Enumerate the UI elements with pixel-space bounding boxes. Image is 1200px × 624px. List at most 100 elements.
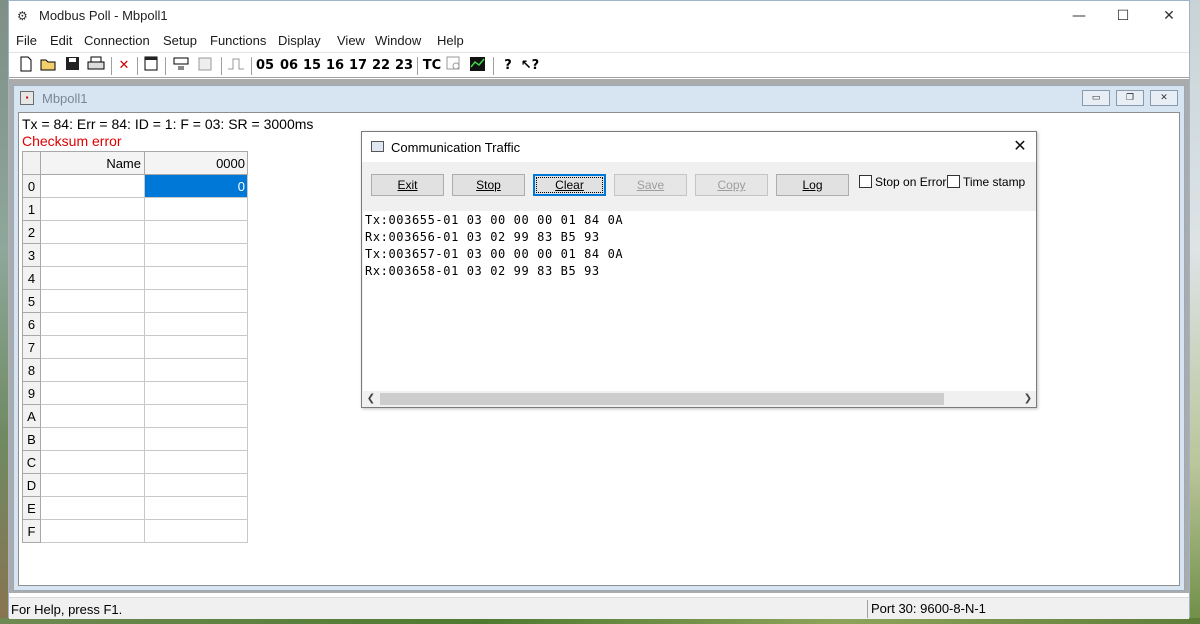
column-header-name[interactable]: Name — [40, 151, 145, 175]
value-cell[interactable] — [144, 404, 248, 428]
copy-button[interactable]: Copy — [695, 174, 768, 196]
save-icon[interactable] — [64, 56, 80, 76]
name-cell[interactable] — [40, 289, 145, 313]
menu-help[interactable]: Help — [437, 33, 464, 48]
checkbox-label: Stop on Error — [875, 175, 947, 189]
value-cell[interactable] — [144, 427, 248, 451]
horizontal-scrollbar[interactable]: ❮ ❯ — [363, 391, 1036, 407]
save-button[interactable]: Save — [614, 174, 687, 196]
value-cell[interactable] — [144, 220, 248, 244]
value-cell[interactable] — [144, 312, 248, 336]
name-cell[interactable] — [40, 404, 145, 428]
child-minimize-button[interactable]: ▭ — [1082, 90, 1110, 106]
function-16-button[interactable]: 16 — [325, 56, 345, 76]
table-row: 2 — [22, 220, 248, 244]
menu-setup[interactable]: Setup — [163, 33, 197, 48]
name-cell[interactable] — [40, 450, 145, 474]
table-corner — [22, 151, 41, 175]
scroll-left-icon[interactable]: ❮ — [363, 391, 379, 407]
name-cell[interactable] — [40, 427, 145, 451]
function-15-button[interactable]: 15 — [302, 56, 322, 76]
help-icon[interactable]: ? — [500, 56, 516, 76]
dialog-title: Communication Traffic — [391, 140, 521, 155]
close-button[interactable]: ✕ — [1147, 4, 1191, 28]
traffic-log[interactable]: Tx:003655-01 03 00 00 00 01 84 0A Rx:003… — [363, 211, 1036, 391]
function-06-button[interactable]: 06 — [279, 56, 299, 76]
scroll-right-icon[interactable]: ❯ — [1020, 391, 1036, 407]
test-center-button[interactable]: TC — [421, 56, 443, 76]
name-cell[interactable] — [40, 243, 145, 267]
name-cell[interactable] — [40, 335, 145, 359]
value-cell[interactable] — [144, 496, 248, 520]
read-write-icon[interactable] — [172, 56, 190, 76]
value-cell[interactable] — [144, 473, 248, 497]
print-icon[interactable] — [87, 56, 105, 76]
pulse-icon[interactable] — [227, 56, 245, 76]
value-cell[interactable] — [144, 381, 248, 405]
name-cell[interactable] — [40, 220, 145, 244]
child-close-button[interactable]: ✕ — [1150, 90, 1178, 106]
table-row: B — [22, 427, 248, 451]
function-22-button[interactable]: 22 — [371, 56, 391, 76]
toolbar-separator — [251, 57, 253, 75]
context-help-icon[interactable]: ↖? — [520, 56, 540, 76]
toolbar-separator — [493, 57, 495, 75]
menu-bar: File Edit Connection Setup Functions Dis… — [9, 31, 1189, 52]
name-cell[interactable] — [40, 381, 145, 405]
name-cell[interactable] — [40, 174, 145, 198]
maximize-button[interactable]: ☐ — [1101, 4, 1145, 28]
value-cell[interactable] — [144, 450, 248, 474]
name-cell[interactable] — [40, 312, 145, 336]
checkbox-box[interactable] — [947, 175, 960, 188]
function-05-button[interactable]: 05 — [255, 56, 275, 76]
name-cell[interactable] — [40, 266, 145, 290]
value-cell[interactable] — [144, 243, 248, 267]
minimize-button[interactable]: — — [1057, 4, 1101, 28]
row-header: 3 — [22, 243, 41, 267]
window-icon[interactable] — [143, 56, 159, 76]
chart-icon[interactable] — [468, 56, 486, 76]
column-header-address[interactable]: 0000 — [144, 151, 248, 175]
value-cell[interactable] — [144, 519, 248, 543]
checkbox-box[interactable] — [859, 175, 872, 188]
name-cell[interactable] — [40, 519, 145, 543]
menu-file[interactable]: File — [16, 33, 37, 48]
menu-edit[interactable]: Edit — [50, 33, 72, 48]
row-header: A — [22, 404, 41, 428]
name-cell[interactable] — [40, 358, 145, 382]
open-icon[interactable] — [40, 56, 58, 76]
value-cell[interactable] — [144, 197, 248, 221]
exit-button[interactable]: Exit — [371, 174, 444, 196]
log-button[interactable]: Log — [776, 174, 849, 196]
help-hint: For Help, press F1. — [11, 602, 123, 617]
name-cell[interactable] — [40, 197, 145, 221]
print-preview-icon[interactable] — [196, 56, 214, 76]
menu-view[interactable]: View — [337, 33, 365, 48]
name-cell[interactable] — [40, 496, 145, 520]
toolbar: ✕ 05 06 15 16 17 22 23 TC ? ↖? — [9, 52, 1189, 78]
menu-display[interactable]: Display — [278, 33, 321, 48]
function-17-button[interactable]: 17 — [348, 56, 368, 76]
stop-button[interactable]: Stop — [452, 174, 525, 196]
scrollbar-thumb[interactable] — [380, 393, 944, 405]
value-cell[interactable] — [144, 266, 248, 290]
new-icon[interactable] — [18, 56, 34, 76]
value-cell[interactable]: 0 — [144, 174, 248, 198]
dialog-close-icon[interactable]: ✕ — [1010, 136, 1030, 156]
name-cell[interactable] — [40, 473, 145, 497]
menu-functions[interactable]: Functions — [210, 33, 266, 48]
child-restore-button[interactable]: ❐ — [1116, 90, 1144, 106]
communication-traffic-dialog: Communication Traffic ✕ Exit Stop Clear … — [361, 131, 1037, 408]
table-row: D — [22, 473, 248, 497]
row-header: 7 — [22, 335, 41, 359]
menu-connection[interactable]: Connection — [84, 33, 150, 48]
traffic-icon[interactable] — [445, 56, 463, 76]
value-cell[interactable] — [144, 358, 248, 382]
value-cell[interactable] — [144, 335, 248, 359]
function-23-button[interactable]: 23 — [394, 56, 414, 76]
value-cell[interactable] — [144, 289, 248, 313]
disconnect-icon[interactable]: ✕ — [116, 56, 132, 76]
table-row: 7 — [22, 335, 248, 359]
menu-window[interactable]: Window — [375, 33, 421, 48]
clear-button[interactable]: Clear — [533, 174, 606, 196]
